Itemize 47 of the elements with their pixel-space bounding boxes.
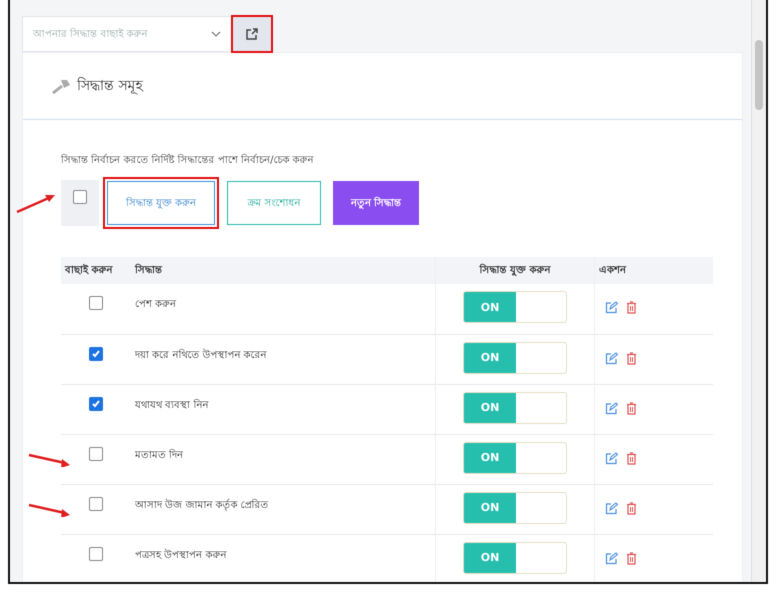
decision-text: যথাযথ ব্যবস্থা নিন [135, 400, 208, 410]
trash-icon[interactable] [626, 452, 637, 464]
checkmark-icon [91, 348, 101, 358]
decision-text: দয়া করে নথিতে উপস্থাপন করেন [135, 350, 267, 360]
column-header: সিদ্ধান্ত [135, 265, 162, 276]
toggle-switch[interactable]: ON [463, 291, 567, 323]
decision-text: মতামত দিন [135, 450, 184, 460]
trash-icon[interactable] [626, 352, 637, 364]
card-title: সিদ্ধান্ত সমূহ [77, 76, 142, 96]
edit-icon[interactable] [605, 452, 618, 464]
edit-icon[interactable] [605, 301, 618, 314]
checkmark-icon [91, 398, 101, 408]
trash-icon[interactable] [626, 301, 637, 314]
row-checkbox[interactable] [89, 296, 103, 310]
caret-icon [211, 31, 221, 37]
hint-text: সিদ্ধান্ত নির্বাচন করতে নির্দিষ্ট সিদ্ধান্তের পাশে নির্বাচন/চেক করুন [61, 152, 315, 168]
column-header: সিদ্ধান্ত যুক্ত করুন [480, 265, 550, 276]
edit-icon[interactable] [605, 402, 618, 414]
action-button[interactable]: সিদ্ধান্ত যুক্ত করুন [107, 181, 215, 225]
edit-icon[interactable] [605, 552, 618, 564]
toggle-switch[interactable]: ON [463, 342, 567, 374]
toggle-switch[interactable]: ON [463, 542, 567, 574]
column-header: বাছাই করুন [65, 265, 112, 276]
decision-text: পত্রসহ উপস্থাপন করুন [135, 550, 226, 560]
trash-icon[interactable] [626, 502, 637, 514]
edit-icon[interactable] [605, 502, 618, 514]
row-checkbox[interactable] [89, 396, 103, 410]
decision-text: পেশ করুন [135, 299, 176, 310]
trash-icon[interactable] [626, 552, 637, 564]
edit-icon[interactable] [605, 352, 618, 364]
row-checkbox[interactable] [89, 346, 103, 360]
action-button[interactable]: নতুন সিদ্ধান্ত [333, 181, 419, 225]
select-all-checkbox[interactable] [73, 190, 87, 204]
column-header: একশন [599, 265, 626, 276]
toggle-switch[interactable]: ON [463, 442, 567, 474]
external-link-button[interactable] [232, 16, 272, 52]
decision-text: আসাদ উজ জামান কর্তৃক প্রেরিত [135, 500, 269, 510]
action-button[interactable]: ক্রম সংশোধন [227, 181, 321, 225]
row-checkbox[interactable] [89, 546, 103, 560]
toggle-switch[interactable]: ON [463, 392, 567, 424]
trash-icon[interactable] [626, 402, 637, 414]
toggle-switch[interactable]: ON [463, 492, 567, 524]
row-checkbox[interactable] [89, 496, 103, 510]
row-checkbox[interactable] [89, 446, 103, 460]
hammer-icon [51, 78, 71, 94]
external-link-icon [245, 27, 259, 41]
decision-select[interactable]: আপনার সিদ্ধান্ত বাছাই করুন [22, 16, 232, 52]
